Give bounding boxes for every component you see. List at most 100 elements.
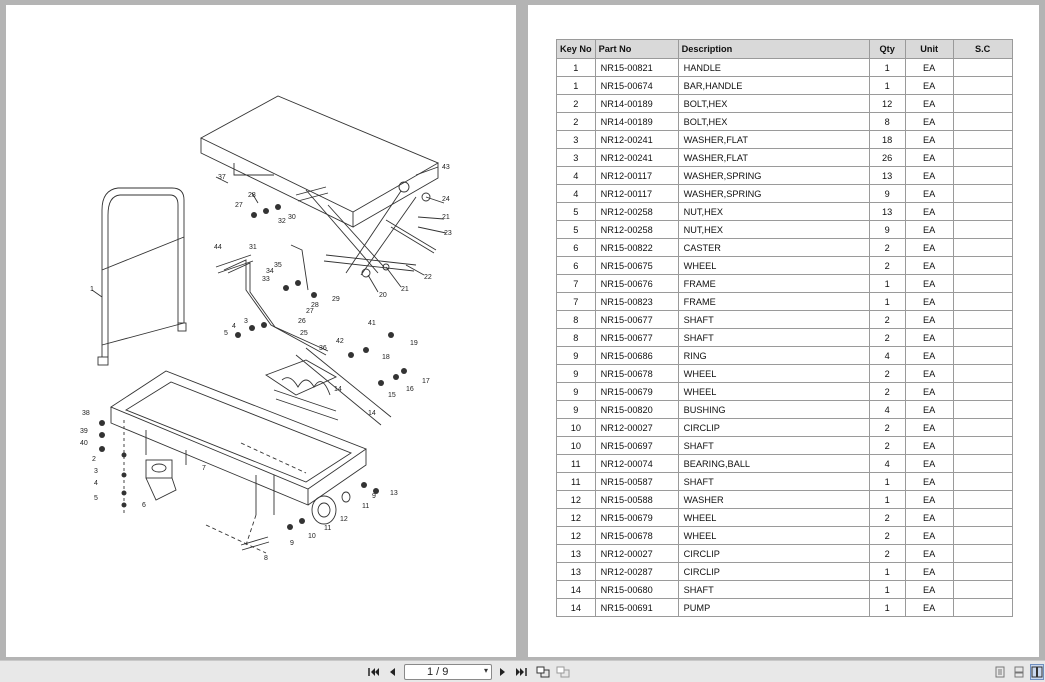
cell-description: WASHER,FLAT bbox=[677, 148, 870, 167]
svg-text:9: 9 bbox=[290, 540, 294, 547]
table-row: 13 NR12-00287 CIRCLIP 1 EA bbox=[556, 562, 1013, 581]
next-page-icon[interactable] bbox=[497, 664, 509, 680]
svg-text:5: 5 bbox=[224, 330, 228, 337]
two-page-view-icon[interactable] bbox=[1030, 664, 1044, 680]
cell-sc bbox=[952, 166, 1013, 185]
cell-key-no: 4 bbox=[556, 184, 596, 203]
table-row: 12 NR15-00679 WHEEL 2 EA bbox=[556, 508, 1013, 527]
cell-unit: EA bbox=[904, 346, 954, 365]
first-page-icon[interactable] bbox=[367, 664, 381, 680]
page-number-field[interactable]: 1 / 9 ▾ bbox=[404, 664, 492, 680]
cell-description: CIRCLIP bbox=[677, 544, 870, 563]
cell-unit: EA bbox=[904, 418, 954, 437]
cell-description: FRAME bbox=[677, 292, 870, 311]
cell-description: WHEEL bbox=[677, 364, 870, 383]
cell-part-no: NR15-00697 bbox=[594, 436, 679, 455]
cell-part-no: NR15-00678 bbox=[594, 364, 679, 383]
cell-sc bbox=[952, 508, 1013, 527]
svg-text:1: 1 bbox=[90, 286, 94, 293]
chevron-down-icon[interactable]: ▾ bbox=[484, 666, 488, 675]
cell-unit: EA bbox=[904, 256, 954, 275]
svg-text:28: 28 bbox=[248, 192, 256, 199]
prev-page-icon[interactable] bbox=[386, 664, 398, 680]
cell-unit: EA bbox=[904, 112, 954, 131]
cell-description: WASHER,SPRING bbox=[677, 166, 870, 185]
svg-text:31: 31 bbox=[249, 244, 257, 251]
cell-qty: 18 bbox=[868, 130, 906, 149]
cell-unit: EA bbox=[904, 130, 954, 149]
cell-unit: EA bbox=[904, 400, 954, 419]
table-row: 7 NR15-00676 FRAME 1 EA bbox=[556, 274, 1013, 293]
cell-unit: EA bbox=[904, 544, 954, 563]
table-row: 9 NR15-00686 RING 4 EA bbox=[556, 346, 1013, 365]
cell-description: SHAFT bbox=[677, 328, 870, 347]
table-row: 13 NR12-00027 CIRCLIP 2 EA bbox=[556, 544, 1013, 563]
svg-text:25: 25 bbox=[300, 330, 308, 337]
cell-sc bbox=[952, 364, 1013, 383]
cell-unit: EA bbox=[904, 328, 954, 347]
cell-key-no: 1 bbox=[556, 58, 596, 77]
cell-description: SHAFT bbox=[677, 310, 870, 329]
svg-text:32: 32 bbox=[278, 218, 286, 225]
cell-key-no: 5 bbox=[556, 202, 596, 221]
cell-key-no: 13 bbox=[556, 562, 596, 581]
svg-text:36: 36 bbox=[319, 345, 327, 352]
cell-description: HANDLE bbox=[677, 58, 870, 77]
svg-text:18: 18 bbox=[382, 354, 390, 361]
cell-qty: 9 bbox=[868, 184, 906, 203]
svg-text:4: 4 bbox=[232, 323, 236, 330]
cell-part-no: NR12-00117 bbox=[594, 166, 679, 185]
header-key-no: Key No bbox=[556, 39, 596, 59]
cell-key-no: 3 bbox=[556, 148, 596, 167]
cell-unit: EA bbox=[904, 292, 954, 311]
svg-text:21: 21 bbox=[401, 286, 409, 293]
single-page-view-icon[interactable] bbox=[994, 664, 1006, 680]
cell-sc bbox=[952, 562, 1013, 581]
rotate-page-icon[interactable] bbox=[535, 664, 551, 680]
last-page-icon[interactable] bbox=[514, 664, 528, 680]
cell-part-no: NR12-00117 bbox=[594, 184, 679, 203]
svg-text:29: 29 bbox=[332, 296, 340, 303]
header-qty: Qty bbox=[868, 39, 906, 59]
svg-text:10: 10 bbox=[308, 533, 316, 540]
table-row: 10 NR15-00697 SHAFT 2 EA bbox=[556, 436, 1013, 455]
cell-sc bbox=[952, 454, 1013, 473]
cell-unit: EA bbox=[904, 508, 954, 527]
cell-sc bbox=[952, 310, 1013, 329]
cell-part-no: NR12-00074 bbox=[594, 454, 679, 473]
cell-qty: 26 bbox=[868, 148, 906, 167]
cell-qty: 1 bbox=[868, 292, 906, 311]
table-row: 8 NR15-00677 SHAFT 2 EA bbox=[556, 328, 1013, 347]
svg-text:26: 26 bbox=[298, 318, 306, 325]
cell-key-no: 7 bbox=[556, 274, 596, 293]
cell-sc bbox=[952, 184, 1013, 203]
handle-frame bbox=[101, 187, 185, 323]
cell-qty: 1 bbox=[868, 76, 906, 95]
document-page-left: 43 24 21 23 22 21 20 37 28 27 32 30 44 31 35 33 34 2… bbox=[6, 5, 516, 657]
cell-unit: EA bbox=[904, 76, 954, 95]
table-row: 4 NR12-00117 WASHER,SPRING 13 EA bbox=[556, 166, 1013, 185]
continuous-view-icon[interactable] bbox=[1013, 664, 1025, 680]
cell-qty: 2 bbox=[868, 382, 906, 401]
compare-pages-icon[interactable] bbox=[555, 664, 571, 680]
page-indicator: 1 / 9 bbox=[427, 666, 449, 678]
cell-key-no: 13 bbox=[556, 544, 596, 563]
cell-part-no: NR15-00676 bbox=[594, 274, 679, 293]
cell-key-no: 9 bbox=[556, 364, 596, 383]
cell-description: SHAFT bbox=[677, 472, 870, 491]
table-row: 6 NR15-00822 CASTER 2 EA bbox=[556, 238, 1013, 257]
cell-description: WHEEL bbox=[677, 256, 870, 275]
svg-text:19: 19 bbox=[410, 340, 418, 347]
cell-description: FRAME bbox=[677, 274, 870, 293]
cell-key-no: 12 bbox=[556, 490, 596, 509]
cell-unit: EA bbox=[904, 454, 954, 473]
parts-table-body: 1 NR15-00821 HANDLE 1 EA 1 NR15-00674 BAR,HANDL… bbox=[556, 58, 1013, 617]
table-row: 11 NR15-00587 SHAFT 1 EA bbox=[556, 472, 1013, 491]
cell-description: CIRCLIP bbox=[677, 418, 870, 437]
cell-qty: 2 bbox=[868, 418, 906, 437]
table-row: 14 NR15-00691 PUMP 1 EA bbox=[556, 598, 1013, 617]
cell-unit: EA bbox=[904, 598, 954, 617]
cell-part-no: NR14-00189 bbox=[594, 94, 679, 113]
cell-qty: 1 bbox=[868, 580, 906, 599]
table-row: 11 NR12-00074 BEARING,BALL 4 EA bbox=[556, 454, 1013, 473]
